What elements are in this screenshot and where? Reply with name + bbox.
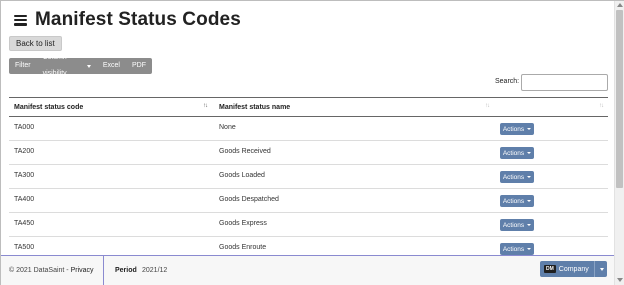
pdf-button[interactable]: PDF: [126, 58, 152, 74]
sort-icon[interactable]: ↑↓: [599, 103, 604, 109]
actions-button[interactable]: Actions: [500, 171, 534, 183]
back-to-list-button[interactable]: Back to list: [9, 36, 62, 51]
status-name: Goods Received: [219, 148, 271, 155]
dm-logo-icon: DM: [544, 265, 556, 273]
status-code: TA450: [14, 220, 35, 227]
excel-button[interactable]: Excel: [97, 58, 126, 74]
vertical-scrollbar[interactable]: [614, 1, 624, 285]
caret-down-icon: [527, 176, 532, 178]
actions-button[interactable]: Actions: [500, 147, 534, 159]
caret-down-icon: [86, 64, 91, 68]
status-code: TA400: [14, 196, 35, 203]
scroll-down-arrow-icon[interactable]: [617, 278, 623, 282]
column-header-name[interactable]: Manifest status name: [219, 104, 290, 111]
period-label: Period: [115, 267, 137, 274]
company-label: Company: [558, 265, 589, 273]
table-row: TA500 Goods Enroute Actions: [9, 237, 608, 255]
actions-button[interactable]: Actions: [500, 219, 534, 231]
status-code: TA500: [14, 244, 35, 251]
caret-down-icon: [527, 224, 532, 226]
page-title: Manifest Status Codes: [35, 9, 241, 30]
status-name: Goods Loaded: [219, 172, 265, 179]
status-code: TA000: [14, 124, 35, 131]
scroll-up-arrow-icon[interactable]: [617, 3, 623, 7]
status-name: Goods Express: [219, 220, 267, 227]
page-content: Manifest Status Codes Back to list Filte…: [1, 1, 614, 255]
column-header-code[interactable]: Manifest status code: [14, 104, 83, 111]
caret-down-icon: [527, 128, 532, 130]
search-input[interactable]: [521, 74, 608, 91]
sort-icon[interactable]: ↑↓: [485, 103, 490, 109]
actions-button[interactable]: Actions: [500, 123, 534, 135]
filter-button[interactable]: Filter: [9, 58, 37, 74]
caret-down-icon: [527, 152, 532, 154]
privacy-link[interactable]: Privacy: [71, 267, 94, 274]
status-code: TA300: [14, 172, 35, 179]
caret-up-icon[interactable]: [599, 267, 604, 271]
status-name: Goods Despatched: [219, 196, 279, 203]
button-divider: [593, 261, 595, 277]
table-toolbar: Filter Column visibility Excel PDF: [9, 54, 152, 77]
table-row: TA300 Goods Loaded Actions: [9, 165, 608, 189]
scrollbar-thumb[interactable]: [616, 10, 623, 188]
table-row: TA400 Goods Despatched Actions: [9, 189, 608, 213]
table-row: TA450 Goods Express Actions: [9, 213, 608, 237]
caret-down-icon: [527, 248, 532, 250]
table-row: TA000 None Actions: [9, 117, 608, 141]
table-row: TA200 Goods Received Actions: [9, 141, 608, 165]
footer: © 2021 DataSaint - Privacy Period 2021/1…: [1, 255, 614, 285]
column-visibility-button[interactable]: Column visibility: [37, 50, 97, 82]
title-row: Manifest Status Codes: [14, 9, 241, 31]
actions-button[interactable]: Actions: [500, 243, 534, 255]
caret-down-icon: [527, 200, 532, 202]
search-label: Search:: [495, 78, 520, 85]
footer-divider: [103, 256, 104, 285]
menu-icon[interactable]: [14, 14, 27, 26]
period-value: 2021/12: [142, 267, 168, 274]
status-table: Manifest status code ↑↓ Manifest status …: [9, 97, 608, 255]
actions-button[interactable]: Actions: [500, 195, 534, 207]
table-header: Manifest status code ↑↓ Manifest status …: [9, 97, 608, 117]
status-name: None: [219, 124, 236, 131]
copyright: © 2021 DataSaint - Privacy: [9, 267, 94, 274]
status-name: Goods Enroute: [219, 244, 267, 251]
status-code: TA200: [14, 148, 35, 155]
sort-icon[interactable]: ↑↓: [203, 103, 208, 109]
company-button[interactable]: DM Company: [540, 261, 607, 277]
